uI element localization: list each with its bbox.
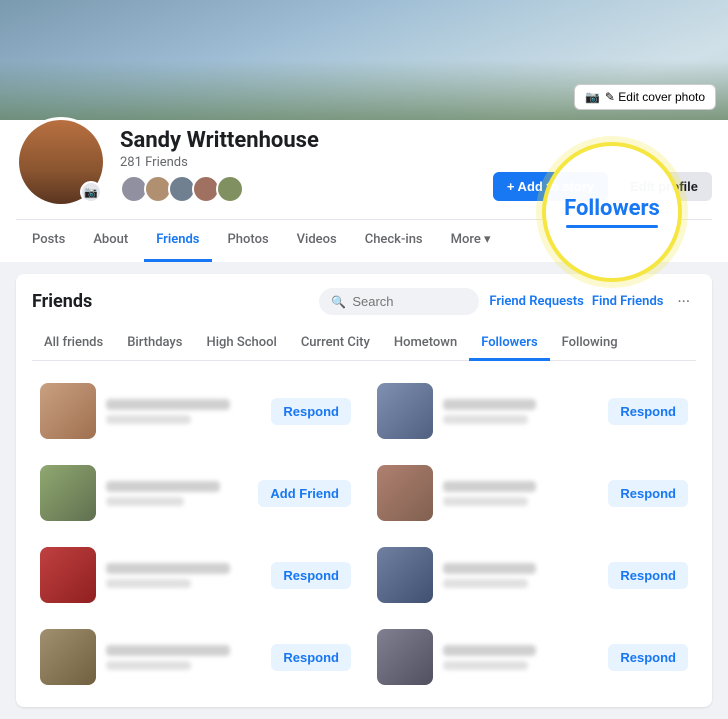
friend-info [106, 481, 248, 506]
nav-about[interactable]: About [81, 220, 140, 262]
respond-button[interactable]: Respond [271, 562, 351, 589]
add-friend-button[interactable]: Add Friend [258, 480, 351, 507]
main-content: Friends 🔍 Friend Requests Find Friends ·… [0, 262, 728, 719]
friend-detail [443, 661, 528, 670]
friend-info [443, 481, 598, 506]
friend-info [106, 399, 261, 424]
friend-info [443, 563, 598, 588]
friend-name [106, 563, 230, 574]
profile-name: Sandy Writtenhouse [120, 128, 479, 153]
more-options-button[interactable]: ··· [671, 290, 696, 313]
friend-name [106, 399, 230, 410]
friend-name [443, 563, 536, 574]
subtab-hometown[interactable]: Hometown [382, 327, 469, 361]
friend-detail [443, 579, 528, 588]
friend-avatar [40, 465, 96, 521]
respond-button[interactable]: Respond [608, 480, 688, 507]
friend-avatar [377, 465, 433, 521]
find-friends-button[interactable]: Find Friends [592, 294, 664, 309]
search-box[interactable]: 🔍 [319, 288, 479, 315]
friend-detail [443, 415, 528, 424]
friend-detail [106, 497, 184, 506]
edit-cover-label: ✎ Edit cover photo [605, 90, 705, 104]
profile-info: Sandy Writtenhouse 281 Friends [120, 128, 479, 207]
friend-info [106, 645, 261, 670]
friend-name [443, 645, 536, 656]
friend-card: Respond [32, 539, 359, 611]
cover-photo: 📷 ✎ Edit cover photo [0, 0, 728, 120]
friend-avatar [40, 383, 96, 439]
friend-info [443, 399, 598, 424]
subtab-high-school[interactable]: High School [195, 327, 289, 361]
friend-card: Respond [369, 539, 696, 611]
friend-name [443, 399, 536, 410]
friend-detail [106, 415, 191, 424]
subtab-followers[interactable]: Followers [469, 327, 549, 361]
friend-info [106, 563, 261, 588]
avatar-camera-icon[interactable]: 📷 [80, 181, 102, 203]
nav-more[interactable]: More ▾ [439, 220, 503, 262]
respond-button[interactable]: Respond [608, 398, 688, 425]
nav-checkins[interactable]: Check-ins [353, 220, 435, 262]
friends-count: 281 Friends [120, 155, 479, 170]
friend-name [106, 645, 230, 656]
respond-button[interactable]: Respond [608, 562, 688, 589]
friend-card: Respond [369, 621, 696, 693]
edit-cover-button[interactable]: 📷 ✎ Edit cover photo [574, 84, 716, 110]
friends-header: Friends 🔍 Friend Requests Find Friends ·… [32, 288, 696, 315]
profile-actions: + Add to story Edit profile Followers [493, 172, 712, 207]
search-input[interactable] [352, 294, 467, 309]
friend-detail [106, 579, 191, 588]
subtab-birthdays[interactable]: Birthdays [115, 327, 194, 361]
camera-icon: 📷 [585, 90, 600, 104]
subtab-current-city[interactable]: Current City [289, 327, 382, 361]
friend-mini-avatar [216, 175, 244, 203]
friend-avatar [40, 547, 96, 603]
friend-name [443, 481, 536, 492]
friends-panel: Friends 🔍 Friend Requests Find Friends ·… [16, 274, 712, 707]
friend-card: Add Friend [32, 457, 359, 529]
respond-button[interactable]: Respond [608, 644, 688, 671]
subtab-all-friends[interactable]: All friends [32, 327, 115, 361]
friend-card: Respond [32, 621, 359, 693]
friends-grid: Respond Respond Add Friend [32, 375, 696, 693]
friends-title: Friends [32, 291, 309, 312]
profile-section: 📷 Sandy Writtenhouse 281 Friends + Add t… [0, 120, 728, 262]
nav-friends[interactable]: Friends [144, 220, 211, 262]
friend-card: Respond [369, 375, 696, 447]
friend-avatar [377, 547, 433, 603]
nav-photos[interactable]: Photos [216, 220, 281, 262]
friend-card: Respond [32, 375, 359, 447]
friend-card: Respond [369, 457, 696, 529]
search-icon: 🔍 [331, 295, 346, 309]
friends-actions: Friend Requests Find Friends ··· [489, 290, 696, 313]
nav-videos[interactable]: Videos [285, 220, 349, 262]
friend-name [106, 481, 220, 492]
followers-highlight-circle: Followers [542, 142, 682, 282]
friend-requests-button[interactable]: Friend Requests [489, 294, 583, 309]
followers-highlight-text: Followers [564, 196, 660, 221]
friend-detail [106, 661, 191, 670]
friend-avatar [377, 629, 433, 685]
friend-detail [443, 497, 528, 506]
subtab-following[interactable]: Following [550, 327, 630, 361]
friend-info [443, 645, 598, 670]
avatar-wrap: 📷 [16, 117, 106, 207]
followers-underline [566, 225, 658, 228]
respond-button[interactable]: Respond [271, 644, 351, 671]
friend-avatar [377, 383, 433, 439]
friend-avatar [40, 629, 96, 685]
friend-avatars-row [120, 175, 479, 203]
respond-button[interactable]: Respond [271, 398, 351, 425]
friends-subtabs: All friends Birthdays High School Curren… [32, 327, 696, 361]
nav-posts[interactable]: Posts [20, 220, 77, 262]
